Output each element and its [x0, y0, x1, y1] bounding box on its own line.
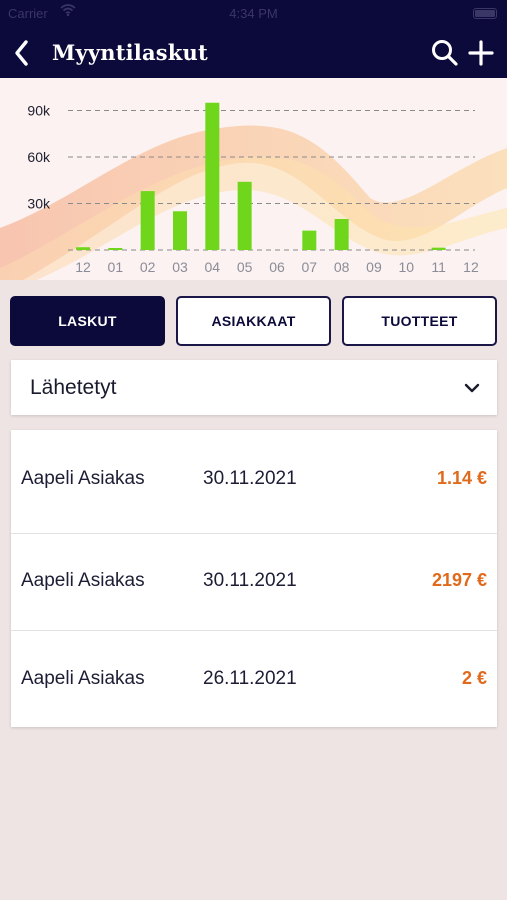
- back-chevron-icon[interactable]: [8, 36, 42, 70]
- invoice-date: 30.11.2021: [203, 468, 297, 489]
- chart-bar[interactable]: [302, 230, 317, 250]
- chart-bar[interactable]: [172, 211, 187, 250]
- nav-bar: Myyntilaskut: [0, 28, 507, 78]
- invoice-amount: 2197 €: [431, 570, 487, 590]
- x-tick-label: 02: [140, 259, 156, 275]
- invoice-row[interactable]: Aapeli Asiakas 30.11.2021 2197 €: [11, 534, 497, 630]
- tab-tuotteet[interactable]: TUOTTEET: [342, 296, 497, 346]
- x-tick-label: 11: [431, 259, 446, 275]
- x-tick-label: 04: [205, 259, 221, 275]
- x-tick-label: 10: [399, 259, 415, 275]
- invoice-row[interactable]: Aapeli Asiakas 30.11.2021 1.14 €: [11, 430, 497, 533]
- search-icon[interactable]: [428, 36, 462, 70]
- y-tick-label: 30k: [27, 196, 51, 212]
- x-tick-label: 12: [463, 259, 479, 275]
- chart-bar[interactable]: [108, 248, 123, 250]
- x-tick-label: 03: [172, 259, 188, 275]
- status-bar: Carrier 4:34 PM: [0, 0, 507, 28]
- status-filter-dropdown[interactable]: Lähetetyt: [11, 360, 497, 415]
- tab-asiakkaat[interactable]: ASIAKKAAT: [176, 296, 331, 346]
- x-tick-label: 05: [237, 259, 253, 275]
- status-time: 4:34 PM: [229, 6, 278, 21]
- sales-chart: 90k 60k 30k 12 01 02 03 04 05 06 07 08 09 10 11 12: [0, 78, 507, 280]
- x-tick-label: 01: [108, 259, 124, 275]
- x-tick-label: 12: [75, 259, 91, 275]
- invoice-list: Aapeli Asiakas 30.11.2021 1.14 € Aapeli …: [11, 430, 497, 727]
- battery-icon: [473, 8, 497, 19]
- invoice-date: 30.11.2021: [203, 570, 297, 591]
- chevron-down-icon: [463, 379, 481, 397]
- chart-bar[interactable]: [205, 102, 220, 250]
- chart-bar[interactable]: [334, 219, 349, 250]
- y-tick-label: 60k: [27, 149, 51, 165]
- invoice-row[interactable]: Aapeli Asiakas 26.11.2021 2 €: [11, 631, 497, 727]
- invoice-customer: Aapeli Asiakas: [21, 570, 145, 591]
- x-tick-label: 09: [366, 259, 382, 275]
- plus-icon[interactable]: [464, 36, 498, 70]
- x-tick-label: 06: [269, 259, 285, 275]
- chart-bar[interactable]: [431, 247, 446, 250]
- invoice-amount: 2 €: [461, 668, 487, 688]
- page-title: Myyntilaskut: [52, 40, 208, 65]
- filter-selected-label: Lähetetyt: [30, 376, 117, 399]
- chart-bar[interactable]: [76, 247, 90, 250]
- tab-laskut[interactable]: LASKUT: [10, 296, 165, 346]
- chart-svg: 90k 60k 30k 12 01 02 03 04 05 06 07 08 09 10 11 12: [0, 102, 507, 280]
- y-tick-label: 90k: [27, 103, 51, 119]
- invoice-date: 26.11.2021: [203, 668, 297, 689]
- chart-bar[interactable]: [140, 191, 155, 250]
- invoice-customer: Aapeli Asiakas: [21, 468, 145, 489]
- chart-bar[interactable]: [237, 181, 252, 250]
- invoice-amount: 1.14 €: [436, 468, 487, 488]
- x-tick-label: 08: [334, 259, 350, 275]
- x-tick-label: 07: [302, 259, 318, 275]
- segmented-control: LASKUT ASIAKKAAT TUOTTEET: [10, 296, 497, 346]
- invoice-customer: Aapeli Asiakas: [21, 668, 145, 689]
